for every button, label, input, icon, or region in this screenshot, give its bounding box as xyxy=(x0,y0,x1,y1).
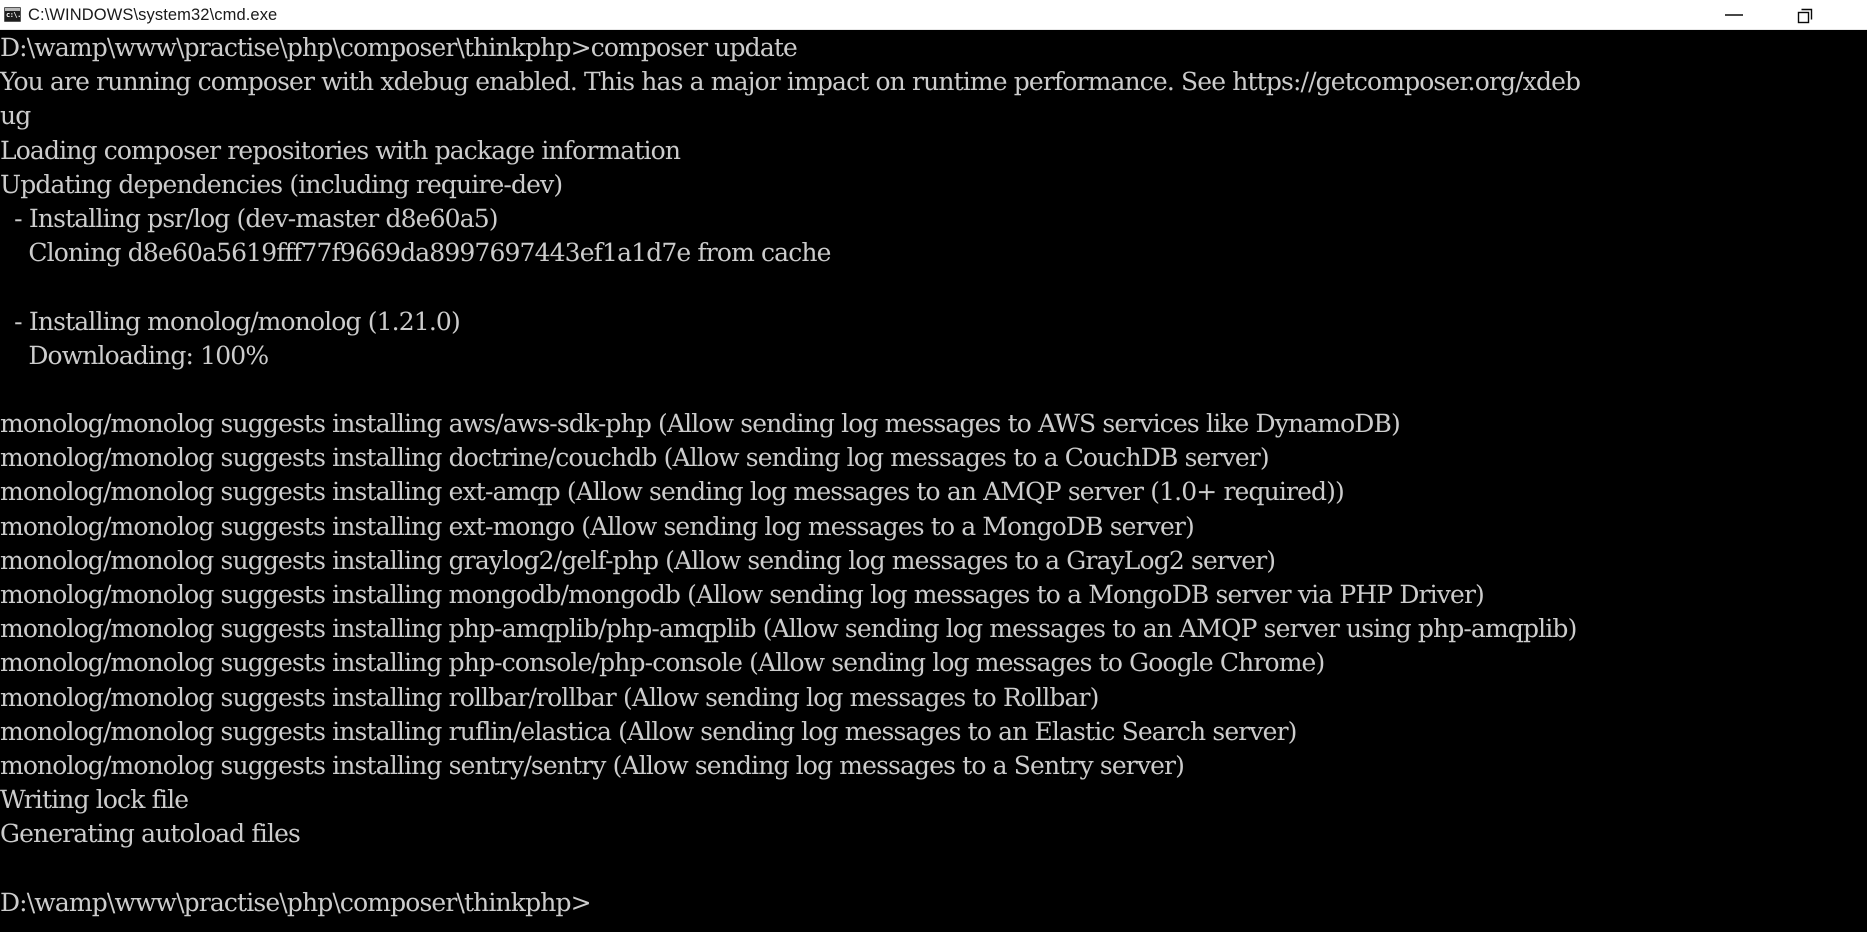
terminal-line: - Installing psr/log (dev-master d8e60a5… xyxy=(0,203,498,233)
terminal-line: Downloading: 100% xyxy=(0,340,269,370)
terminal-screen[interactable]: D:\wamp\www\practise\php\composer\thinkp… xyxy=(0,30,1867,932)
cmd-window: c:\. C:\WINDOWS\system32\cmd.exe D:\wamp… xyxy=(0,0,1867,932)
terminal-line: Writing lock file xyxy=(0,785,189,815)
terminal-line: monolog/monolog suggests installing mong… xyxy=(0,580,1485,609)
terminal-line: monolog/monolog suggests installing gray… xyxy=(0,545,1276,575)
window-title: C:\WINDOWS\system32\cmd.exe xyxy=(28,5,278,24)
terminal-line: ug xyxy=(0,101,31,131)
minimize-icon xyxy=(1725,13,1743,16)
terminal-line: Loading composer repositories with packa… xyxy=(0,135,681,165)
terminal-line-prompt: D:\wamp\www\practise\php\composer\thinkp… xyxy=(0,887,592,917)
restore-icon xyxy=(1797,8,1813,23)
terminal-line: Generating autoload files xyxy=(0,819,301,849)
cmd-icon-glyph: c:\. xyxy=(6,11,21,19)
terminal-line: monolog/monolog suggests installing aws/… xyxy=(0,409,1401,439)
terminal-line: monolog/monolog suggests installing roll… xyxy=(0,682,1099,712)
minimize-button[interactable] xyxy=(1711,0,1757,30)
terminal-line: Cloning d8e60a5619fff77f9669da8997697443… xyxy=(0,238,831,268)
terminal-line: You are running composer with xdebug ena… xyxy=(0,67,1581,97)
cmd-console-icon: c:\. xyxy=(4,7,21,22)
terminal-line: monolog/monolog suggests installing sent… xyxy=(0,750,1185,780)
restore-button[interactable] xyxy=(1783,0,1829,30)
terminal-line: monolog/monolog suggests installing ext-… xyxy=(0,511,1195,541)
terminal-output: D:\wamp\www\practise\php\composer\thinkp… xyxy=(0,31,1867,920)
terminal-line: monolog/monolog suggests installing doct… xyxy=(0,443,1270,473)
terminal-line: monolog/monolog suggests installing ext-… xyxy=(0,477,1345,507)
terminal-line: Updating dependencies (including require… xyxy=(0,169,563,199)
terminal-line: D:\wamp\www\practise\php\composer\thinkp… xyxy=(0,33,798,62)
title-bar[interactable]: c:\. C:\WINDOWS\system32\cmd.exe xyxy=(0,0,1867,30)
terminal-line: monolog/monolog suggests installing rufl… xyxy=(0,716,1297,746)
terminal-line: monolog/monolog suggests installing php-… xyxy=(0,614,1577,644)
terminal-line: monolog/monolog suggests installing php-… xyxy=(0,648,1325,678)
terminal-line: - Installing monolog/monolog (1.21.0) xyxy=(0,306,461,336)
